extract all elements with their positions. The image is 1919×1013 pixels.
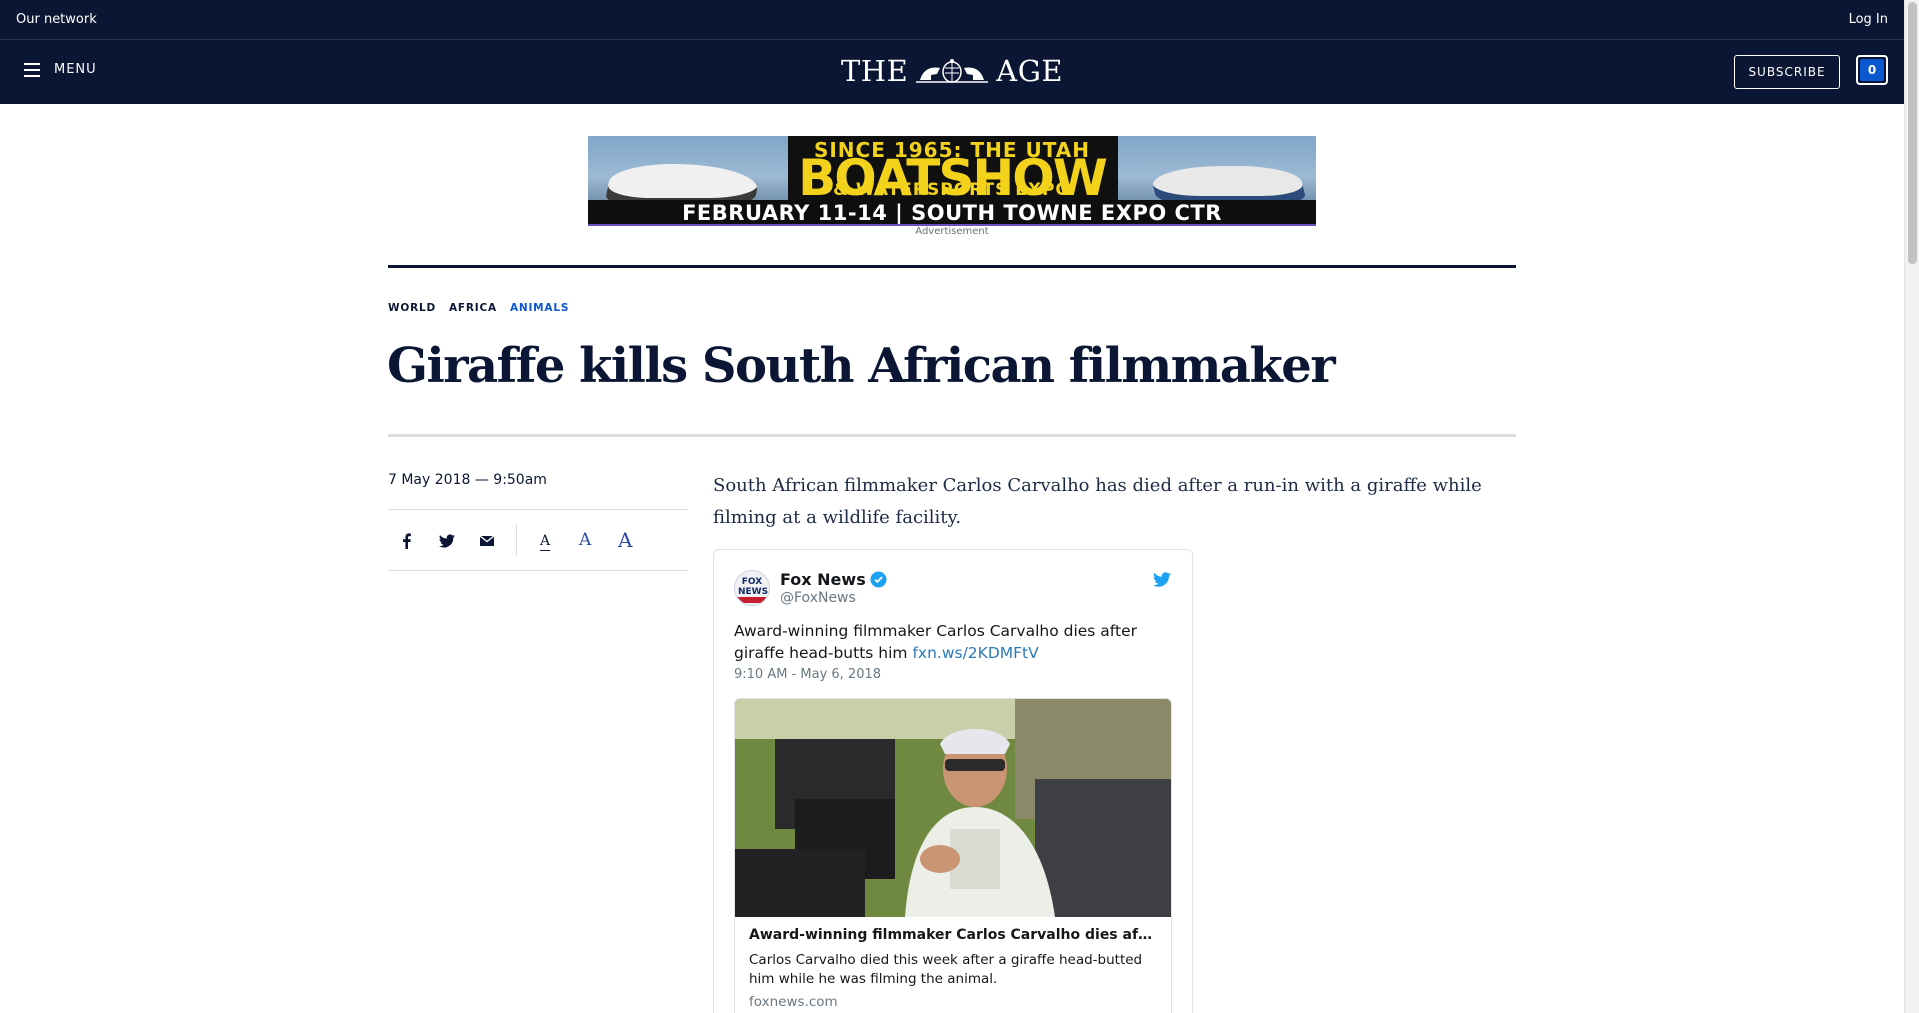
scrollbar-thumb[interactable] bbox=[1908, 2, 1917, 264]
header-divider bbox=[388, 265, 1516, 268]
ad-line-3: & WATERSPORTS EXPO bbox=[833, 180, 1071, 200]
facebook-icon[interactable] bbox=[398, 532, 416, 550]
tweet-author-name[interactable]: Fox News bbox=[780, 570, 866, 589]
site-logo[interactable]: THE AGE bbox=[836, 54, 1068, 88]
login-link[interactable]: Log In bbox=[1849, 12, 1888, 27]
publish-date: 7 May 2018 — 9:50am bbox=[388, 472, 547, 488]
hamburger-icon bbox=[24, 62, 40, 77]
avatar-stripe bbox=[735, 597, 769, 603]
tweet-link[interactable]: fxn.ws/2KDMFtV bbox=[912, 644, 1038, 662]
masthead: MENU THE AGE SUBSCRIBE 0 bbox=[0, 40, 1904, 104]
share-separator bbox=[516, 524, 517, 556]
email-icon[interactable] bbox=[478, 532, 496, 550]
share-toolbar: A A A bbox=[388, 509, 688, 571]
logo-word-age: AGE bbox=[996, 54, 1064, 88]
tag-world[interactable]: WORLD bbox=[388, 302, 436, 314]
article-lede: South African filmmaker Carlos Carvalho … bbox=[713, 475, 1482, 528]
tweet-text: Award-winning filmmaker Carlos Carvalho … bbox=[734, 620, 1174, 664]
article-headline: Giraffe kills South African filmmaker bbox=[387, 338, 1336, 394]
card-domain: foxnews.com bbox=[749, 994, 838, 1010]
embedded-tweet[interactable]: FOX NEWS Fox News @FoxNews Award-winning… bbox=[713, 549, 1193, 1013]
card-title: Award-winning filmmaker Carlos Carvalho … bbox=[749, 927, 1153, 943]
photo-illustration bbox=[735, 699, 1171, 917]
page-scrollbar[interactable] bbox=[1904, 0, 1919, 1013]
network-bar: Our network Log In bbox=[0, 0, 1904, 40]
tag-animals[interactable]: ANIMALS bbox=[510, 302, 569, 314]
tag-africa[interactable]: AFRICA bbox=[449, 302, 497, 314]
font-size-medium-button[interactable]: A bbox=[579, 530, 591, 550]
fox-news-avatar[interactable]: FOX NEWS bbox=[734, 570, 770, 606]
verified-badge-icon bbox=[870, 571, 887, 588]
font-size-large-button[interactable]: A bbox=[618, 528, 632, 552]
tweet-timestamp[interactable]: 9:10 AM - May 6, 2018 bbox=[734, 667, 881, 682]
twitter-share-icon[interactable] bbox=[438, 532, 456, 550]
advertisement-banner[interactable]: SINCE 1965: THE UTAH BOATSHOW & WATERSPO… bbox=[588, 136, 1316, 226]
logo-word-the: THE bbox=[840, 54, 909, 88]
cart-count-badge: 0 bbox=[1860, 59, 1884, 81]
tweet-author-handle[interactable]: @FoxNews bbox=[780, 590, 856, 606]
filmmaker-photo bbox=[735, 699, 1171, 917]
tweet-link-card[interactable]: Award-winning filmmaker Carlos Carvalho … bbox=[734, 698, 1172, 1013]
breadcrumb: WORLD AFRICA ANIMALS bbox=[388, 302, 569, 314]
font-size-small-button[interactable]: A bbox=[540, 534, 551, 551]
menu-button[interactable]: MENU bbox=[24, 62, 97, 77]
cart-button[interactable]: 0 bbox=[1856, 55, 1888, 85]
menu-label: MENU bbox=[54, 62, 97, 77]
coat-of-arms-icon bbox=[916, 59, 989, 83]
headline-divider bbox=[388, 434, 1516, 437]
twitter-bird-icon[interactable] bbox=[1153, 572, 1171, 588]
ad-line-4: FEBRUARY 11-14 | SOUTH TOWNE EXPO CTR bbox=[588, 200, 1316, 224]
card-description: Carlos Carvalho died this week after a g… bbox=[749, 952, 1143, 987]
advertisement-label: Advertisement bbox=[915, 226, 989, 237]
subscribe-button[interactable]: SUBSCRIBE bbox=[1734, 55, 1840, 89]
avatar-text: FOX NEWS bbox=[738, 577, 769, 597]
our-network-link[interactable]: Our network bbox=[16, 12, 97, 27]
